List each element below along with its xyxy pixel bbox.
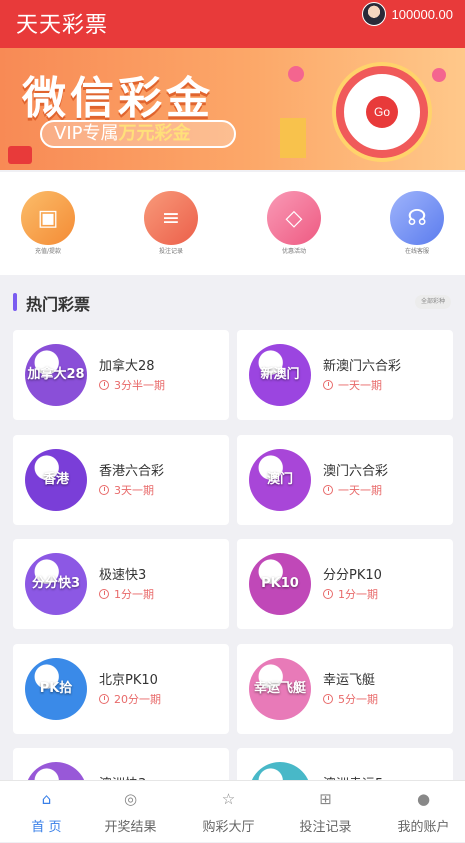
lottery-logo-icon: PK拾 (25, 658, 87, 720)
lottery-period: 5分一期 (323, 691, 378, 707)
tab-label: 我的账户 (397, 820, 450, 835)
bottom-tab-bar: ⌂ 首 页 ◎ 开奖结果 ☆ 购彩大厅 ⊞ 投注记录 ● 我的账户 (0, 780, 465, 842)
lottery-card[interactable]: PK拾 北京PK10 20分一期 (13, 644, 229, 734)
lottery-logo-icon: 澳门 (249, 449, 311, 511)
tab-label: 购彩大厅 (202, 820, 255, 835)
wallet-icon: ▣ (21, 191, 75, 245)
quick-actions: ▣ 充值/提款 ≡ 投注记录 ◇ 优惠活动 ☊ 在线客服 (0, 172, 465, 275)
prize-wheel: Go (336, 66, 428, 158)
lottery-name: 极速快3 (99, 568, 147, 583)
section-accent-bar (13, 293, 17, 311)
lottery-name: 分分PK10 (323, 568, 382, 583)
period-text: 3天一期 (114, 484, 154, 497)
clock-icon (323, 380, 333, 390)
tab-account[interactable]: ● 我的账户 (377, 781, 465, 843)
clock-icon (323, 694, 333, 704)
period-text: 20分一期 (114, 693, 161, 706)
lottery-name: 幸运飞艇 (323, 673, 376, 688)
lottery-card[interactable]: 加拿大28 加拿大28 3分半一期 (13, 330, 229, 420)
tab-results[interactable]: ◎ 开奖结果 (84, 781, 177, 843)
tab-label: 首 页 (31, 820, 62, 835)
clock-icon (99, 589, 109, 599)
quick-bet-records[interactable]: ≡ 投注记录 (136, 191, 206, 255)
lottery-name: 北京PK10 (99, 673, 158, 688)
document-icon: ≡ (144, 191, 198, 245)
headset-icon: ☊ (390, 191, 444, 245)
lottery-name: 澳门六合彩 (323, 464, 389, 479)
wheel-go-button: Go (366, 96, 398, 128)
lottery-name: 香港六合彩 (99, 464, 165, 479)
clock-icon (99, 694, 109, 704)
app-title: 天天彩票 (16, 13, 109, 38)
tab-bet-records[interactable]: ⊞ 投注记录 (279, 781, 372, 843)
gift-icon: ◇ (267, 191, 321, 245)
section-title: 热门彩票 (26, 295, 91, 314)
lottery-card[interactable]: 分分快3 极速快3 1分一期 (13, 539, 229, 629)
clock-icon (323, 485, 333, 495)
lottery-name: 加拿大28 (99, 359, 155, 374)
lottery-period: 20分一期 (99, 691, 161, 707)
more-lotteries-button[interactable]: 全部彩种 (415, 295, 451, 309)
tab-home[interactable]: ⌂ 首 页 (0, 781, 93, 843)
period-text: 3分半一期 (114, 379, 165, 392)
lottery-card[interactable]: 新澳门 新澳门六合彩 一天一期 (237, 330, 453, 420)
user-info[interactable]: 100000.00 (361, 2, 453, 26)
balloon-icon (432, 68, 446, 82)
lottery-card[interactable]: 澳门 澳门六合彩一天一期 (237, 435, 453, 525)
home-icon: ⌂ (41, 790, 52, 808)
quick-promotions[interactable]: ◇ 优惠活动 (259, 191, 329, 255)
quick-label: 优惠活动 (281, 248, 306, 255)
lottery-logo-icon: 加拿大28 (25, 344, 87, 406)
quick-label: 充值/提款 (34, 248, 62, 255)
lottery-logo-icon: 香港 (25, 449, 87, 511)
quick-label: 在线客服 (404, 248, 429, 255)
banner-sub-highlight: 万元彩金 (118, 123, 191, 144)
lottery-logo-icon: 新澳门 (249, 344, 311, 406)
banner-subtitle: VIP专属万元彩金 (40, 120, 236, 148)
period-text: 5分一期 (338, 693, 378, 706)
lottery-logo-icon: 分分快3 (25, 553, 87, 615)
promo-banner[interactable]: 微信彩金 VIP专属万元彩金 Go (0, 48, 465, 170)
period-text: 一天一期 (338, 379, 382, 392)
lottery-period: 1分一期 (99, 586, 154, 602)
banner-headline: 微信彩金 (22, 73, 214, 124)
tab-lobby[interactable]: ☆ 购彩大厅 (182, 781, 275, 843)
lottery-logo-icon: PK10 (249, 553, 311, 615)
tab-label: 投注记录 (299, 820, 352, 835)
lottery-card[interactable]: 幸运飞艇 幸运飞艇 5分一期 (237, 644, 453, 734)
lottery-logo-icon: 幸运飞艇 (249, 658, 311, 720)
quick-label: 投注记录 (158, 248, 183, 255)
lottery-name: 新澳门六合彩 (323, 359, 402, 374)
clock-icon (99, 485, 109, 495)
building-decoration (280, 118, 306, 158)
lottery-card[interactable]: 香港 香港六合彩 3天一期 (13, 435, 229, 525)
gift-box-icon: ⊞ (319, 790, 332, 808)
lottery-period: 3天一期 (99, 482, 154, 498)
period-text: 1分一期 (114, 588, 154, 601)
avatar[interactable] (361, 2, 386, 26)
lottery-period: 3分半一期 (99, 377, 165, 393)
period-text: 一天一期 (338, 484, 382, 497)
balloon-icon (288, 66, 304, 82)
gift-decoration-icon (8, 146, 32, 164)
period-text: 1分一期 (338, 588, 378, 601)
lottery-result-icon: ◎ (123, 790, 138, 808)
user-icon: ● (416, 790, 431, 808)
quick-customer-service[interactable]: ☊ 在线客服 (382, 191, 452, 255)
lottery-period: 一天一期 (323, 377, 382, 393)
lottery-period: 一天一期 (323, 482, 382, 498)
hot-lottery-header: 热门彩票 全部彩种 (0, 285, 465, 317)
clock-icon (323, 589, 333, 599)
clock-icon (99, 380, 109, 390)
balance-text: 100000.00 (391, 6, 453, 22)
banner-sub-prefix: VIP专属 (54, 123, 119, 144)
top-header: 天天彩票 100000.00 (0, 0, 465, 48)
tab-label: 开奖结果 (104, 820, 157, 835)
lottery-card[interactable]: PK10 分分PK10 1分一期 (237, 539, 453, 629)
lottery-period: 1分一期 (323, 586, 378, 602)
quick-recharge[interactable]: ▣ 充值/提款 (13, 191, 83, 255)
star-icon: ☆ (221, 790, 236, 808)
